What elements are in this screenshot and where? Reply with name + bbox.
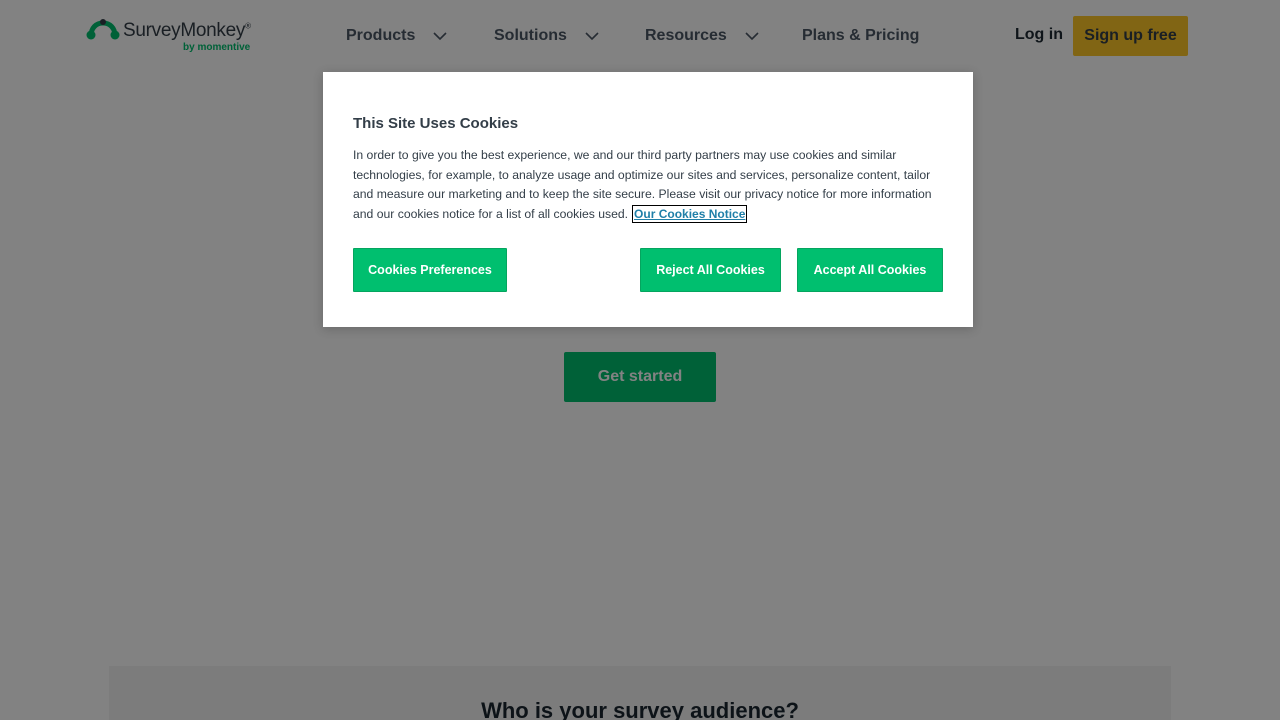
cookie-dialog-title: This Site Uses Cookies — [353, 115, 519, 132]
cookies-notice-link[interactable]: Our Cookies Notice — [632, 204, 748, 223]
cookie-consent-dialog: This Site Uses Cookies In order to give … — [323, 72, 973, 327]
accept-all-cookies-button[interactable]: Accept All Cookies — [797, 248, 943, 292]
reject-all-cookies-button[interactable]: Reject All Cookies — [640, 248, 781, 292]
cookie-dialog-text: In order to give you the best experience… — [353, 146, 945, 224]
cookies-preferences-button[interactable]: Cookies Preferences — [353, 248, 507, 292]
